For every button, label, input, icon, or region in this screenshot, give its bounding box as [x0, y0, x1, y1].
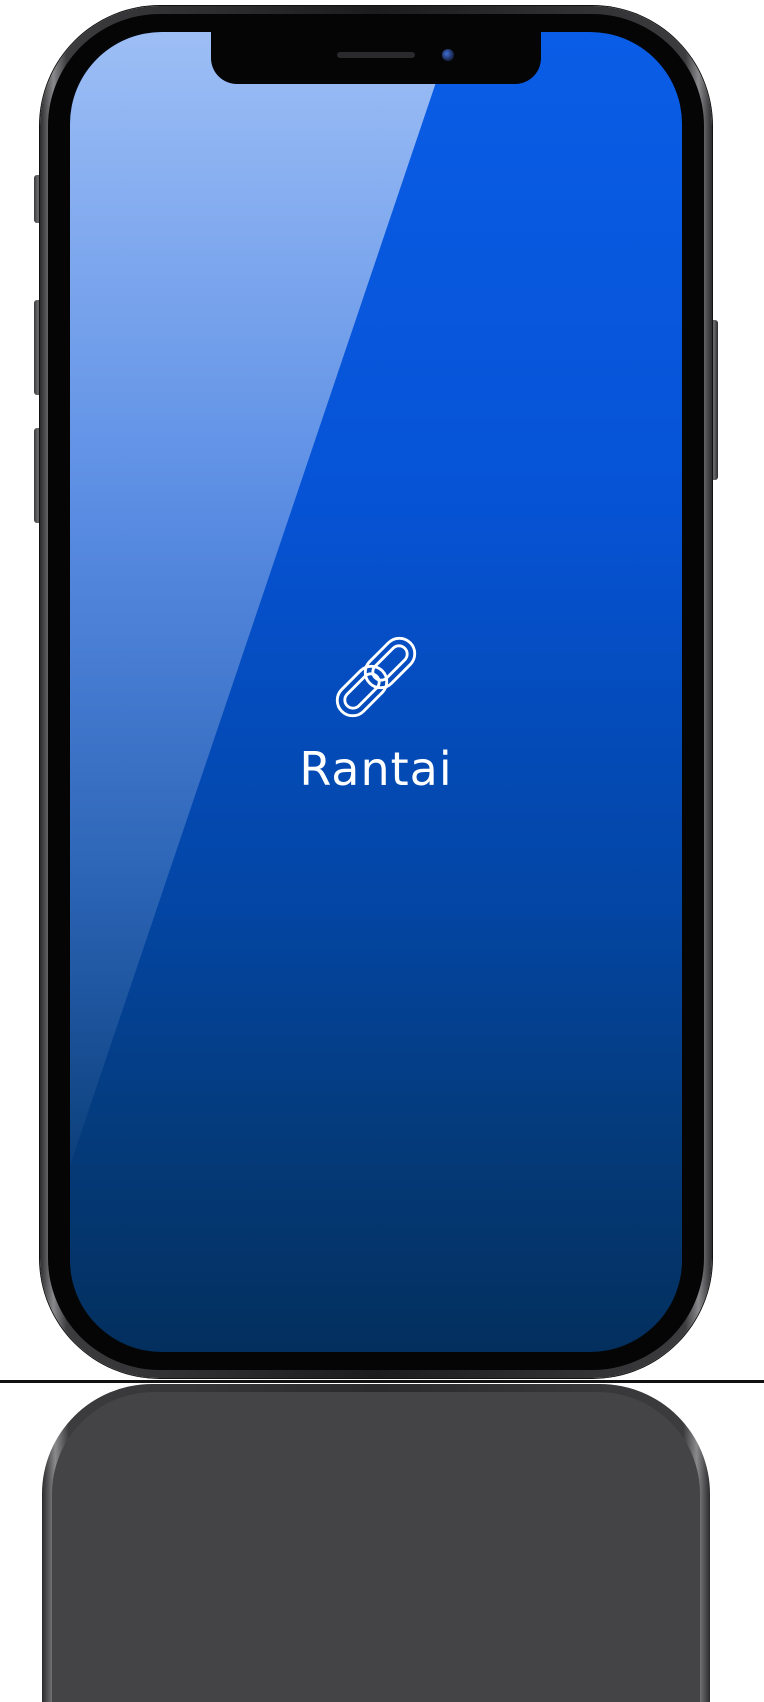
app-name: Rantai	[299, 742, 453, 796]
earpiece-speaker	[337, 52, 415, 58]
notch	[211, 32, 541, 84]
app-logo-group: Rantai	[70, 622, 682, 796]
phone-bezel: Rantai	[48, 14, 704, 1370]
splash-screen: Rantai	[70, 32, 682, 1352]
chain-link-icon	[335, 636, 417, 718]
phone-frame: Rantai	[40, 6, 712, 1378]
phone-reflection	[42, 1384, 710, 1702]
reflection-screen	[52, 1392, 700, 1702]
floor-line	[0, 1380, 764, 1383]
device-mockup: Rantai	[0, 0, 764, 1702]
front-camera	[442, 49, 454, 61]
